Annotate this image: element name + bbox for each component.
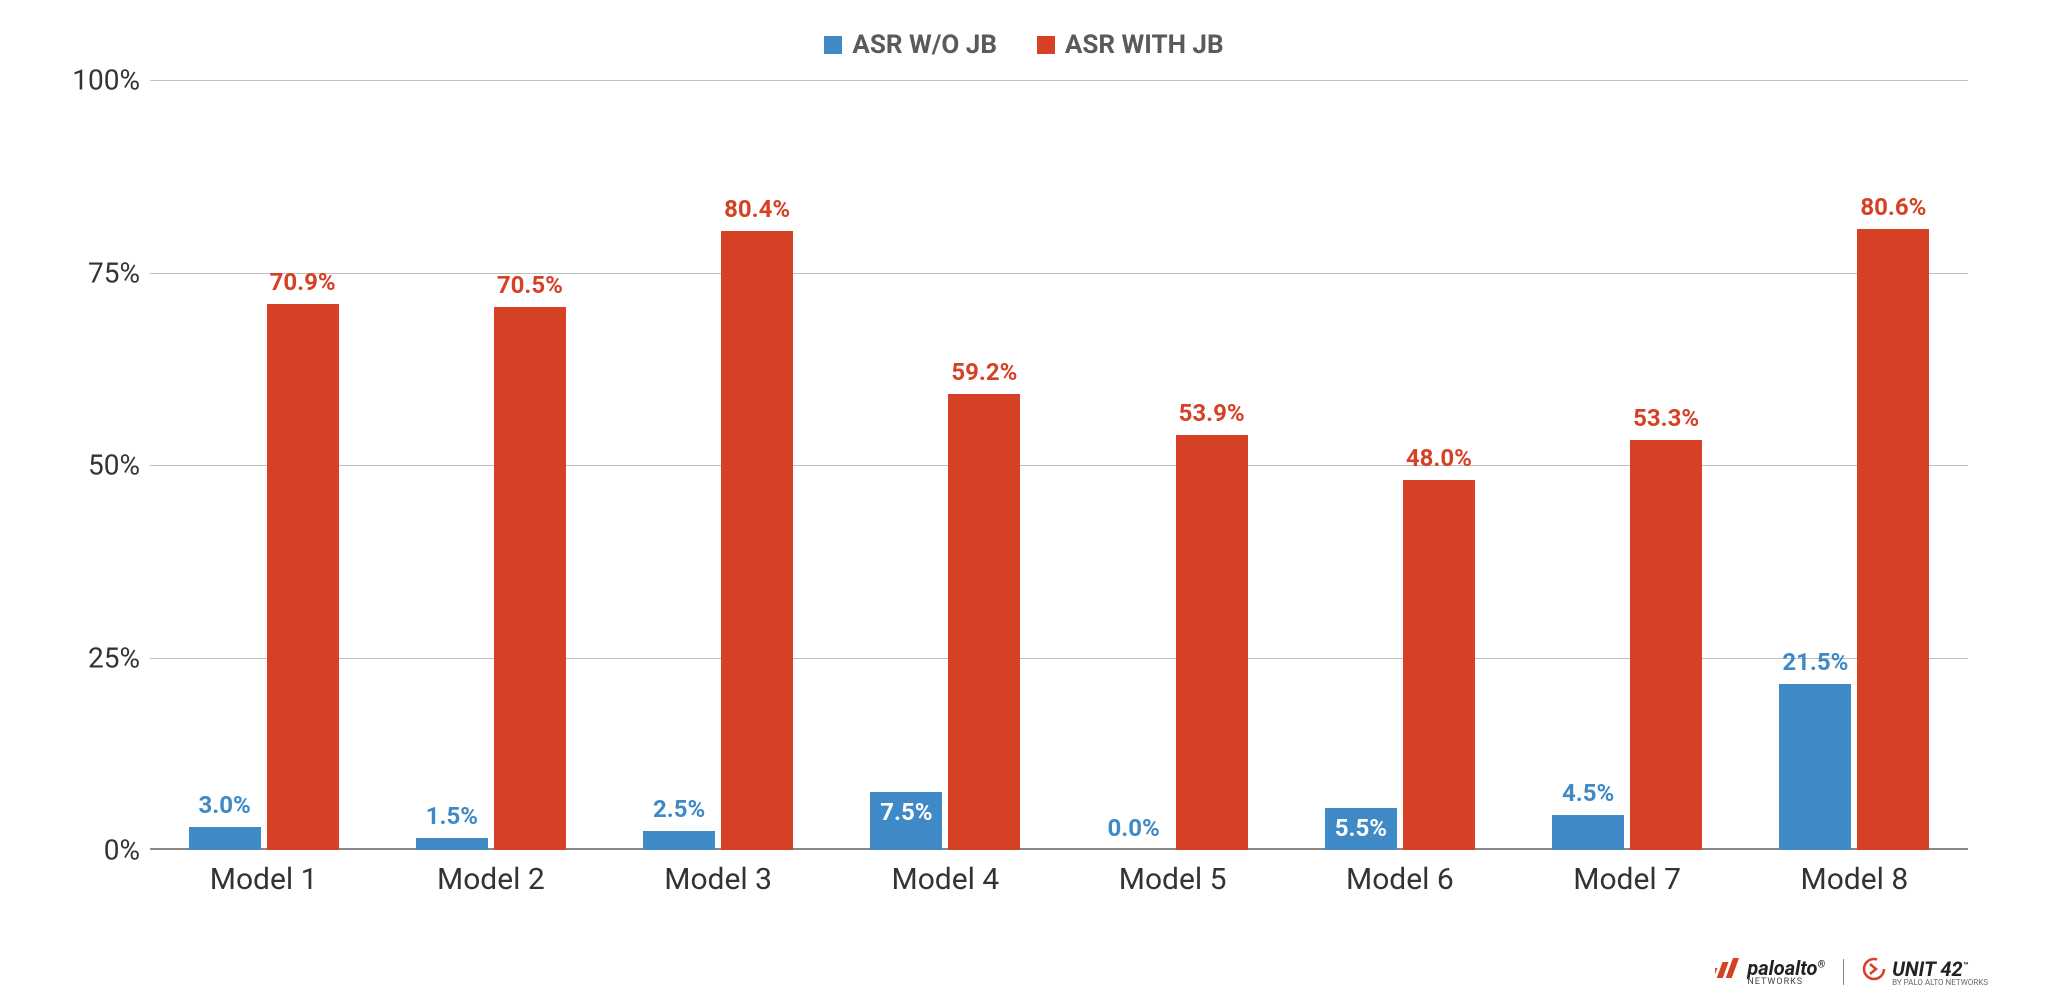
bar-rect [494, 307, 566, 850]
y-tick-label: 0% [60, 834, 140, 867]
legend-item-series2: ASR WITH JB [1037, 30, 1224, 60]
bar-rect [416, 838, 488, 850]
paloalto-mark-icon [1715, 958, 1741, 985]
bar-rect [1630, 440, 1702, 850]
bar-value-label: 48.0% [1359, 444, 1519, 472]
x-tick-label: Model 1 [210, 862, 318, 897]
x-tick-label: Model 8 [1801, 862, 1909, 897]
unit42-wordmark: UNIT 42™ BY PALO ALTO NETWORKS [1892, 957, 1988, 987]
bar-group: 2.5% 80.4% [640, 231, 796, 850]
y-tick-label: 100% [60, 64, 140, 97]
y-tick-label: 75% [60, 256, 140, 289]
bar-group: 0.0%53.9% [1095, 435, 1251, 850]
bar-rect [267, 304, 339, 850]
bar: 1.5% [416, 838, 488, 850]
plot-area: 0%25%50%75%100%3.0%70.9%1.5%70.5%2.5%80.… [150, 80, 1968, 850]
bar-value-label: 80.6% [1813, 193, 1973, 221]
bar: 7.5% [870, 792, 942, 850]
bar: 80.4% [721, 231, 793, 850]
bar-value-label: 53.9% [1132, 399, 1292, 427]
bar-value-label: 80.4% [677, 195, 837, 223]
unit42-text: UNIT 42 [1892, 957, 1963, 981]
unit42-subtext: BY PALO ALTO NETWORKS [1892, 979, 1988, 987]
legend-label-series2: ASR WITH JB [1065, 30, 1224, 60]
bar: 70.5% [494, 307, 566, 850]
unit42-logo: UNIT 42™ BY PALO ALTO NETWORKS [1862, 957, 1988, 987]
bar: 4.5% [1552, 815, 1624, 850]
bar-rect [721, 231, 793, 850]
bar-value-label: 53.3% [1586, 404, 1746, 432]
bar-group: 1.5% 70.5% [413, 307, 569, 850]
bar-rect [1403, 480, 1475, 850]
bar: 53.3% [1630, 440, 1702, 850]
x-tick-label: Model 2 [437, 862, 545, 897]
bar-value-label: 70.5% [450, 271, 610, 299]
chart-container: ASR W/O JB ASR WITH JB 0% 25% 50% 75% 100% 3.… [0, 0, 2048, 1007]
bar: 2.5% [643, 831, 715, 850]
bar-group: 3.0% 70.9% [186, 304, 342, 850]
bar-rect [1552, 815, 1624, 850]
bar-group: 21.5%80.6% [1776, 229, 1932, 850]
bar: 53.9% [1176, 435, 1248, 850]
bar-group: 5.5%48.0% [1322, 480, 1478, 850]
legend-swatch-series2 [1037, 36, 1055, 54]
footer-branding: paloalto® NETWORKS UNIT 42™ BY PALO ALTO… [1715, 956, 1988, 987]
bars-layer: 3.0%70.9%1.5%70.5%2.5%80.4%7.5%59.2%0.0%… [150, 80, 1968, 850]
footer-separator [1843, 959, 1844, 985]
bar: 3.0% [189, 827, 261, 850]
x-tick-label: Model 5 [1119, 862, 1227, 897]
bar-value-label: 59.2% [904, 358, 1064, 386]
y-tick-label: 25% [60, 641, 140, 674]
x-tick-label: Model 6 [1346, 862, 1454, 897]
unit42-mark-icon [1862, 957, 1886, 986]
bar-value-label: 70.9% [223, 268, 383, 296]
bar-rect [1857, 229, 1929, 850]
bar: 21.5% [1779, 684, 1851, 850]
bar-group: 7.5%59.2% [867, 394, 1023, 850]
bar-group: 4.5%53.3% [1549, 440, 1705, 850]
bar-rect [948, 394, 1020, 850]
bar-rect [1779, 684, 1851, 850]
legend-item-series1: ASR W/O JB [824, 30, 997, 60]
bar: 5.5% [1325, 808, 1397, 850]
paloalto-wordmark: paloalto® NETWORKS [1747, 956, 1825, 987]
bar: 70.9% [267, 304, 339, 850]
bar: 80.6% [1857, 229, 1929, 850]
bar-rect [1176, 435, 1248, 850]
bar: 48.0% [1403, 480, 1475, 850]
x-axis-labels: Model 1 Model 2 Model 3 Model 4 Model 5 Model… [150, 850, 1968, 910]
legend-swatch-series1 [824, 36, 842, 54]
y-tick-label: 50% [60, 449, 140, 482]
bar: 59.2% [948, 394, 1020, 850]
x-tick-label: Model 3 [664, 862, 772, 897]
x-tick-label: Model 4 [892, 862, 1000, 897]
bar-rect [189, 827, 261, 850]
legend: ASR W/O JB ASR WITH JB [60, 30, 1988, 60]
paloalto-logo: paloalto® NETWORKS [1715, 956, 1825, 987]
x-tick-label: Model 7 [1573, 862, 1681, 897]
legend-label-series1: ASR W/O JB [852, 30, 997, 60]
bar-rect [643, 831, 715, 850]
